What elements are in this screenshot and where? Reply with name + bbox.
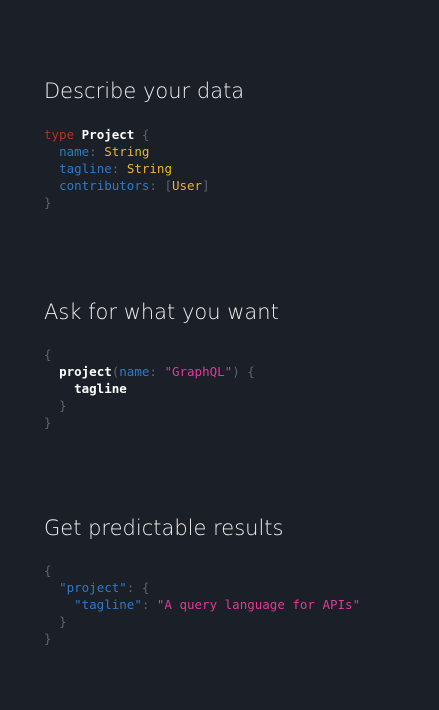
open-brace: {: [141, 127, 150, 142]
colon: :: [149, 364, 157, 379]
open-brace: {: [44, 563, 52, 578]
close-bracket: ]: [202, 178, 210, 193]
colon: :: [111, 161, 120, 176]
result-code-block: { "project": { "tagline": "A query langu…: [44, 562, 419, 647]
field-type: User: [171, 178, 203, 193]
schema-code-block: type Project { name: String tagline: Str…: [44, 126, 419, 211]
colon: :: [149, 178, 157, 193]
inner-open-brace: {: [141, 580, 150, 595]
field-name: name: [59, 144, 90, 159]
close-paren: ): [232, 364, 240, 379]
section-heading-describe: Describe your data: [44, 79, 245, 103]
graphql-feature-page: Describe your data type Project { name: …: [0, 0, 439, 710]
close-brace: }: [44, 415, 52, 430]
colon: :: [141, 597, 150, 612]
colon: :: [89, 144, 97, 159]
query-field: project: [59, 364, 112, 379]
query-code-block: { project(name: "GraphQL") { tagline } }: [44, 346, 419, 431]
open-brace: {: [44, 347, 52, 362]
field-type: String: [126, 161, 172, 176]
results-section: Get predictable results { "project": { "…: [44, 515, 419, 647]
describe-data-section: Describe your data type Project { name: …: [44, 78, 419, 211]
field-name: tagline: [59, 161, 112, 176]
keyword-type: type: [44, 127, 75, 142]
ask-section: Ask for what you want { project(name: "G…: [44, 299, 419, 431]
open-bracket: [: [164, 178, 172, 193]
colon: :: [126, 580, 135, 595]
json-value-tagline: "A query language for APIs": [156, 597, 361, 612]
close-brace: }: [44, 631, 52, 646]
section-heading-ask: Ask for what you want: [44, 300, 279, 324]
field-type: String: [104, 144, 150, 159]
inner-close-brace: }: [59, 614, 67, 629]
inner-open-brace: {: [247, 364, 255, 379]
argument-value: "GraphQL": [164, 364, 233, 379]
field-name: contributors: [59, 178, 150, 193]
type-name: Project: [81, 127, 135, 142]
argument-name: name: [119, 364, 150, 379]
close-brace: }: [44, 195, 52, 210]
query-subfield: tagline: [74, 381, 127, 396]
json-key-project: "project": [59, 580, 127, 595]
json-key-tagline: "tagline": [74, 597, 142, 612]
section-heading-results: Get predictable results: [44, 516, 284, 540]
inner-close-brace: }: [59, 398, 67, 413]
